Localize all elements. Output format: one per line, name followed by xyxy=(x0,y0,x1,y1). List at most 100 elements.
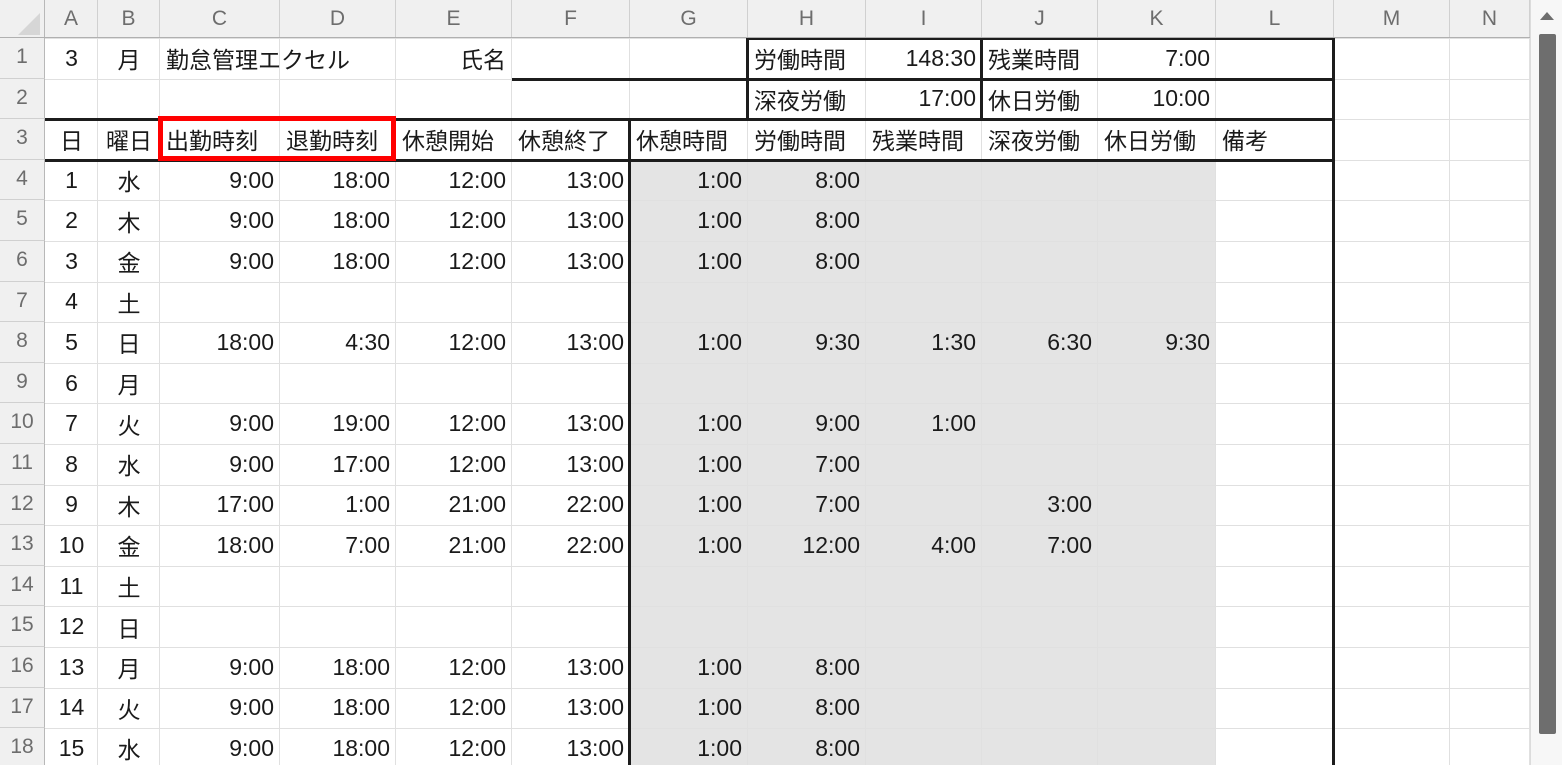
cell-g6[interactable]: 1:00 xyxy=(630,241,748,282)
row-header-13[interactable]: 13 xyxy=(0,525,45,566)
cell-g5[interactable]: 1:00 xyxy=(630,200,748,241)
summary-value-overtime[interactable]: 7:00 xyxy=(1098,38,1216,79)
cell-a13[interactable]: 10 xyxy=(45,525,98,566)
cell-i10[interactable]: 1:00 xyxy=(866,403,982,444)
row-header-8[interactable]: 8 xyxy=(0,322,45,363)
cell-k16[interactable] xyxy=(1098,647,1216,688)
cell-i7[interactable] xyxy=(866,282,982,323)
cell-j4[interactable] xyxy=(982,160,1098,201)
cell-e12[interactable]: 21:00 xyxy=(396,485,512,526)
cell-c11[interactable]: 9:00 xyxy=(160,444,280,485)
cell-d5[interactable]: 18:00 xyxy=(280,200,396,241)
row-header-1[interactable]: 1 xyxy=(0,38,45,79)
cell-b15[interactable]: 日 xyxy=(98,606,160,647)
cell-e6[interactable]: 12:00 xyxy=(396,241,512,282)
cell-j13[interactable]: 7:00 xyxy=(982,525,1098,566)
cell-i18[interactable] xyxy=(866,728,982,765)
cell-d10[interactable]: 19:00 xyxy=(280,403,396,444)
cell-e10[interactable]: 12:00 xyxy=(396,403,512,444)
select-all-corner[interactable] xyxy=(0,0,45,37)
column-header-m[interactable]: M xyxy=(1334,0,1450,37)
cell-d13[interactable]: 7:00 xyxy=(280,525,396,566)
cell-c9[interactable] xyxy=(160,363,280,404)
cell-h6[interactable]: 8:00 xyxy=(748,241,866,282)
cell-l8[interactable] xyxy=(1216,322,1334,363)
cell-f15[interactable] xyxy=(512,606,630,647)
row-header-6[interactable]: 6 xyxy=(0,241,45,282)
cell-g7[interactable] xyxy=(630,282,748,323)
cell-d6[interactable]: 18:00 xyxy=(280,241,396,282)
cell-b13[interactable]: 金 xyxy=(98,525,160,566)
cell-a9[interactable]: 6 xyxy=(45,363,98,404)
cell-d17[interactable]: 18:00 xyxy=(280,688,396,729)
cell-k9[interactable] xyxy=(1098,363,1216,404)
cell-e4[interactable]: 12:00 xyxy=(396,160,512,201)
cell-f9[interactable] xyxy=(512,363,630,404)
cell-c16[interactable]: 9:00 xyxy=(160,647,280,688)
cell-k6[interactable] xyxy=(1098,241,1216,282)
cell-e8[interactable]: 12:00 xyxy=(396,322,512,363)
table-column-header-1[interactable]: 曜日 xyxy=(98,119,160,160)
cell-c6[interactable]: 9:00 xyxy=(160,241,280,282)
cell-c12[interactable]: 17:00 xyxy=(160,485,280,526)
cell-b17[interactable]: 火 xyxy=(98,688,160,729)
cell-b12[interactable]: 木 xyxy=(98,485,160,526)
cell-k13[interactable] xyxy=(1098,525,1216,566)
column-header-d[interactable]: D xyxy=(280,0,396,37)
cell-k14[interactable] xyxy=(1098,566,1216,607)
cell-j16[interactable] xyxy=(982,647,1098,688)
cell-b10[interactable]: 火 xyxy=(98,403,160,444)
cell-f12[interactable]: 22:00 xyxy=(512,485,630,526)
cell-k5[interactable] xyxy=(1098,200,1216,241)
cell-a12[interactable]: 9 xyxy=(45,485,98,526)
cell-g15[interactable] xyxy=(630,606,748,647)
cell-e18[interactable]: 12:00 xyxy=(396,728,512,765)
cell-f7[interactable] xyxy=(512,282,630,323)
cell-k15[interactable] xyxy=(1098,606,1216,647)
cell-i16[interactable] xyxy=(866,647,982,688)
row-header-2[interactable]: 2 xyxy=(0,79,45,120)
cell-e7[interactable] xyxy=(396,282,512,323)
summary-value-work-hours[interactable]: 148:30 xyxy=(866,38,982,79)
cell-j14[interactable] xyxy=(982,566,1098,607)
cell-j7[interactable] xyxy=(982,282,1098,323)
cell-f6[interactable]: 13:00 xyxy=(512,241,630,282)
cell-b6[interactable]: 金 xyxy=(98,241,160,282)
cell-i6[interactable] xyxy=(866,241,982,282)
cell-d16[interactable]: 18:00 xyxy=(280,647,396,688)
table-column-header-11[interactable]: 備考 xyxy=(1216,119,1334,160)
cell-a8[interactable]: 5 xyxy=(45,322,98,363)
cell-l4[interactable] xyxy=(1216,160,1334,201)
cell-d9[interactable] xyxy=(280,363,396,404)
cell-c15[interactable] xyxy=(160,606,280,647)
cell-i8[interactable]: 1:30 xyxy=(866,322,982,363)
cell-h5[interactable]: 8:00 xyxy=(748,200,866,241)
row-header-15[interactable]: 15 xyxy=(0,606,45,647)
column-header-l[interactable]: L xyxy=(1216,0,1334,37)
cell-g9[interactable] xyxy=(630,363,748,404)
table-column-header-6[interactable]: 休憩時間 xyxy=(630,119,748,160)
cell-l13[interactable] xyxy=(1216,525,1334,566)
cell-i9[interactable] xyxy=(866,363,982,404)
cell-d4[interactable]: 18:00 xyxy=(280,160,396,201)
summary-label-late-night[interactable]: 深夜労働 xyxy=(748,79,866,120)
table-column-header-5[interactable]: 休憩終了 xyxy=(512,119,630,160)
cell-d14[interactable] xyxy=(280,566,396,607)
column-header-e[interactable]: E xyxy=(396,0,512,37)
cell-k10[interactable] xyxy=(1098,403,1216,444)
cell-i13[interactable]: 4:00 xyxy=(866,525,982,566)
cell-l7[interactable] xyxy=(1216,282,1334,323)
cell-c17[interactable]: 9:00 xyxy=(160,688,280,729)
cell-c4[interactable]: 9:00 xyxy=(160,160,280,201)
cell-l15[interactable] xyxy=(1216,606,1334,647)
cell-h15[interactable] xyxy=(748,606,866,647)
cell-a17[interactable]: 14 xyxy=(45,688,98,729)
cell-j9[interactable] xyxy=(982,363,1098,404)
cell-b11[interactable]: 水 xyxy=(98,444,160,485)
cell-h17[interactable]: 8:00 xyxy=(748,688,866,729)
cell-d8[interactable]: 4:30 xyxy=(280,322,396,363)
cell-i14[interactable] xyxy=(866,566,982,607)
cell-l9[interactable] xyxy=(1216,363,1334,404)
cell-f16[interactable]: 13:00 xyxy=(512,647,630,688)
cell-e15[interactable] xyxy=(396,606,512,647)
